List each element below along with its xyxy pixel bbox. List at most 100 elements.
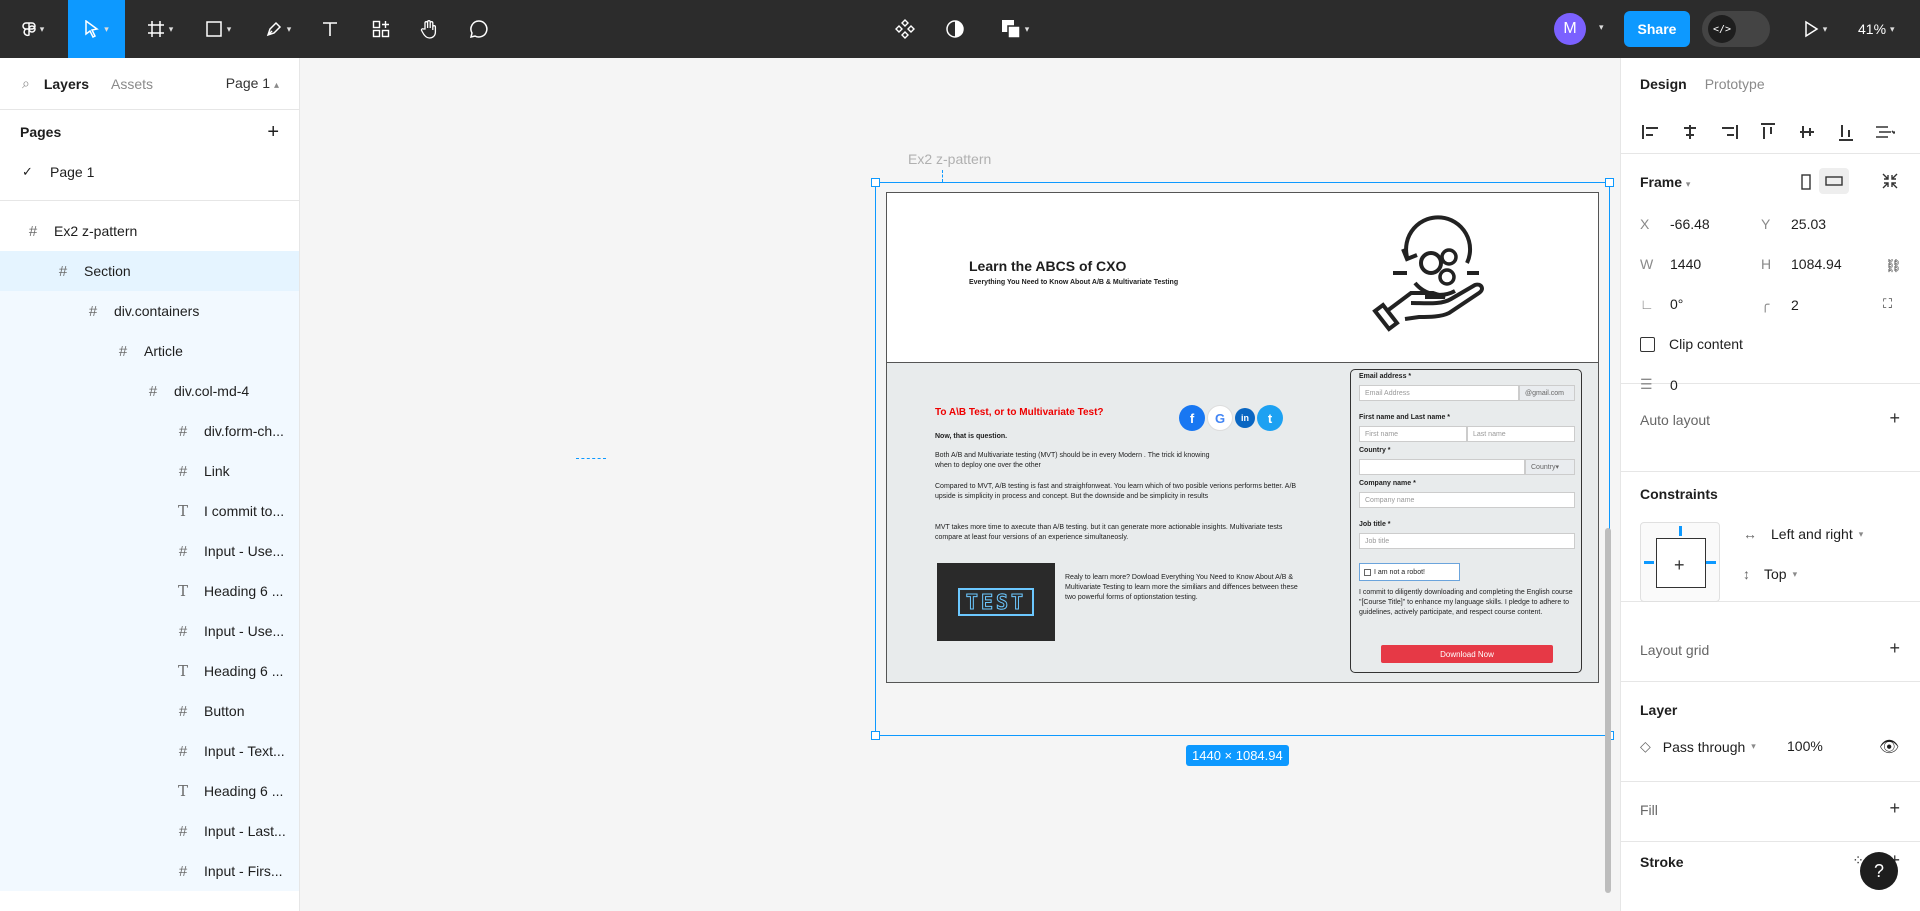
constraint-left-bar[interactable] [1644,561,1654,564]
tab-prototype[interactable]: Prototype [1705,76,1765,92]
resize-to-fit-icon[interactable] [1881,172,1899,193]
portrait-icon[interactable] [1801,174,1811,193]
present-button[interactable]: ▾ [1796,11,1834,47]
shape-tool-button[interactable]: ▾ [198,11,238,47]
frame-tool-button[interactable]: ▾ [140,11,180,47]
align-left-icon[interactable] [1641,122,1661,142]
user-avatar[interactable]: M [1554,13,1586,45]
constrain-proportions-icon[interactable]: ⛓ [1885,258,1902,274]
text-tool-button[interactable] [318,11,342,47]
tab-layers[interactable]: Layers [44,76,89,92]
hand-tool-button[interactable] [417,11,441,47]
tab-design[interactable]: Design [1640,76,1687,92]
vertical-constraint-select[interactable]: ↕ Top ▾ [1743,566,1797,582]
layout-grid-section: Layout grid + [1621,622,1920,682]
dev-mode-toggle[interactable]: </> [1702,11,1770,47]
frame-title: Frame [1640,174,1683,190]
add-page-icon[interactable]: + [267,121,279,144]
opacity-field[interactable]: 100% [1787,738,1823,754]
layer-row[interactable]: # Input - Firs... [0,851,299,891]
resize-handle[interactable] [1605,178,1614,187]
layer-row[interactable]: # Input - Last... [0,811,299,851]
comment-tool-button[interactable] [467,11,491,47]
page-selector-label: Page 1 [225,75,271,91]
move-tool-button[interactable]: ▾ [68,0,125,58]
y-field[interactable]: Y 25.03 [1761,216,1826,232]
layer-row[interactable]: # Link [0,451,299,491]
eye-icon[interactable]: 👁 [1879,737,1899,757]
independent-corners-icon[interactable]: ⛶ [1883,296,1892,312]
layer-row[interactable]: # Article [0,331,299,371]
resources-button[interactable] [369,11,393,47]
width-field[interactable]: W 1440 [1640,256,1701,272]
zoom-control[interactable]: 41% ▾ [1858,11,1895,47]
align-bottom-icon[interactable] [1836,122,1856,142]
components-button[interactable] [893,11,917,47]
layer-row-selected[interactable]: # Section [0,251,299,291]
layer-row[interactable]: # Input - Use... [0,531,299,571]
resize-handle[interactable] [871,178,880,187]
chevron-down-icon[interactable]: ▾ [1599,22,1604,33]
comment-icon [469,20,488,39]
layer-row[interactable]: # div.containers [0,291,299,331]
layer-row[interactable]: # Input - Use... [0,611,299,651]
layer-row[interactable]: T Heading 6 ... [0,771,299,811]
layer-section: Layer ◇ Pass through ▾ 100% 👁 [1621,682,1920,782]
align-right-icon[interactable] [1719,122,1739,142]
canvas[interactable]: Ex2 z-pattern Learn the ABCS of CXO Ever… [300,58,1620,911]
page-selector[interactable]: Page 1 ▴ [226,75,279,91]
y-value: 25.03 [1791,216,1827,232]
x-field[interactable]: X -66.48 [1640,216,1710,232]
corner-radius-field[interactable]: ╭ 2 [1761,296,1799,313]
add-fill-icon[interactable]: + [1889,798,1900,819]
add-auto-layout-icon[interactable]: + [1889,408,1900,429]
share-button[interactable]: Share [1624,11,1690,47]
frame-dropdown[interactable]: Frame ▾ [1640,174,1690,190]
tab-assets[interactable]: Assets [111,76,153,92]
landscape-icon[interactable] [1819,168,1849,194]
clip-content-checkbox[interactable]: Clip content [1640,336,1743,352]
layer-label: Input - Use... [204,543,285,559]
align-top-icon[interactable] [1758,122,1778,142]
align-center-v-icon[interactable] [1797,122,1817,142]
horizontal-constraint-select[interactable]: ↔ Left and right ▾ [1743,526,1863,542]
pen-tool-button[interactable]: ▾ [258,11,298,47]
constraint-right-bar[interactable] [1706,561,1716,564]
blend-mode-select[interactable]: ◇ Pass through ▾ [1640,738,1756,755]
layer-row[interactable]: # Input - Text... [0,731,299,771]
help-button[interactable]: ? [1860,852,1898,890]
distribute-icon[interactable] [1875,122,1895,142]
constraints-widget[interactable]: + [1640,522,1720,602]
layer-row[interactable]: # Ex2 z-pattern [0,211,299,251]
layer-row[interactable]: T I commit to... [0,491,299,531]
rotation-field[interactable]: ∟ 0° [1640,296,1683,312]
search-icon[interactable]: ⌕ [22,75,30,92]
main-menu-button[interactable]: ▾ [14,11,52,47]
x-value: -66.48 [1670,216,1710,232]
stroke-title: Stroke [1640,854,1684,870]
align-center-h-icon[interactable] [1680,122,1700,142]
text-icon [323,22,337,36]
layer-row[interactable]: T Heading 6 ... [0,651,299,691]
cursor-icon [85,20,100,38]
height-field[interactable]: H 1084.94 [1761,256,1842,272]
layer-label: Ex2 z-pattern [54,223,138,239]
layer-row[interactable]: # div.col-md-4 [0,371,299,411]
layer-row[interactable]: T Heading 6 ... [0,571,299,611]
size-badge: 1440 × 1084.94 [1186,745,1289,766]
horizontal-constraint-icon: ↔ [1743,526,1757,542]
canvas-scrollbar[interactable] [1605,528,1611,893]
spacing-field[interactable]: ☰ 0 [1640,376,1678,393]
layer-row[interactable]: # div.form-ch... [0,411,299,451]
mask-button[interactable] [943,11,967,47]
page-item-page-1[interactable]: ✓ Page 1 [0,154,299,190]
constraint-top-bar[interactable] [1679,526,1682,536]
layer-row[interactable]: # Button [0,691,299,731]
add-layout-grid-icon[interactable]: + [1889,638,1900,659]
boolean-group-button[interactable]: ▾ [993,11,1037,47]
rotation-value: 0° [1670,296,1684,312]
x-label-icon: X [1640,216,1650,232]
resize-handle[interactable] [871,731,880,740]
frame-name-label[interactable]: Ex2 z-pattern [908,151,991,167]
play-icon [1804,20,1819,38]
